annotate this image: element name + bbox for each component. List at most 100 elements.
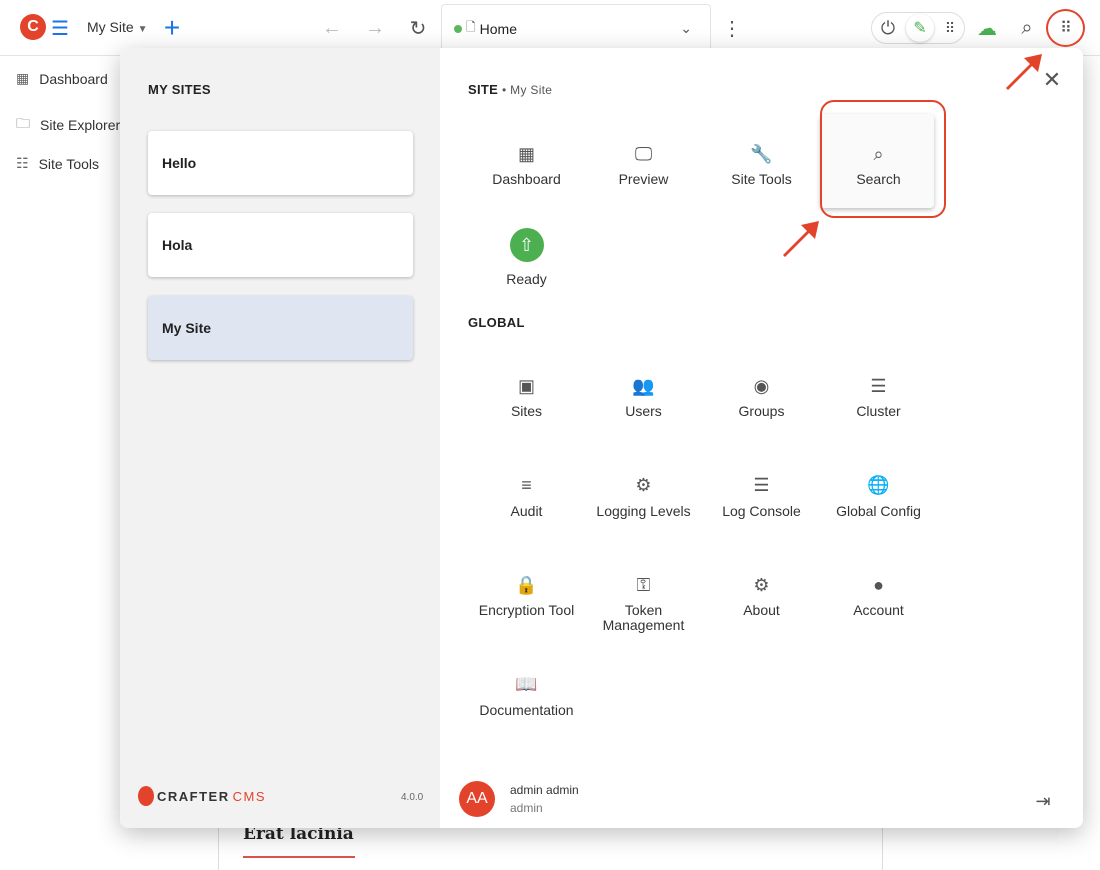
sidebar-item-site-explorer[interactable]: 🗀 Site Explorer: [16, 113, 120, 137]
add-icon[interactable]: +: [160, 12, 184, 43]
user-username: admin: [510, 801, 543, 815]
tile-ready[interactable]: ⇧ Ready: [468, 228, 585, 287]
heading-underline: [243, 856, 355, 858]
tile-label: Preview: [618, 171, 669, 187]
tile-label: Account: [853, 602, 904, 618]
site-section-title: SITE • My Site: [468, 82, 553, 97]
groups-icon: ◉: [753, 375, 770, 396]
my-sites-column: MY SITES Hello Hola My Site CRAFTER CMS 4…: [120, 48, 440, 828]
page-address-field[interactable]: 🗋 Home ⌄: [441, 4, 711, 52]
tile-logging-levels[interactable]: ⚙ Logging Levels: [585, 474, 702, 519]
tile-about[interactable]: ⚙ About: [703, 573, 820, 618]
site-card-my-site[interactable]: My Site: [148, 296, 413, 360]
tile-label: Groups: [738, 403, 785, 419]
users-icon: 👥: [632, 375, 655, 396]
tile-label: Audit: [510, 502, 543, 519]
cloud-upload-icon[interactable]: ☁: [975, 16, 999, 40]
my-sites-title: MY SITES: [148, 82, 211, 97]
tile-sites[interactable]: ▣ Sites: [468, 374, 585, 419]
tile-label: Encryption Tool: [478, 602, 575, 618]
book-icon: 📖: [515, 674, 538, 694]
account-icon: ●: [873, 574, 884, 595]
tile-label: Log Console: [722, 502, 801, 519]
global-section-title: GLOBAL: [468, 315, 525, 330]
tile-groups[interactable]: ◉ Groups: [703, 374, 820, 419]
cluster-icon: ☰: [870, 375, 887, 396]
sidebar-item-label: Dashboard: [39, 70, 108, 87]
crafter-gear-icon: [138, 786, 154, 806]
tile-label: Token Management: [602, 602, 685, 633]
tile-label: Global Config: [836, 502, 921, 519]
tile-encryption-tool[interactable]: 🔒 Encryption Tool: [468, 573, 585, 618]
page-icon: 🗋: [466, 20, 476, 34]
tile-label: Logging Levels: [596, 502, 691, 519]
site-card-hola[interactable]: Hola: [148, 213, 413, 277]
tile-label: About: [743, 602, 780, 618]
tile-label: Ready: [506, 271, 547, 287]
version-label: 4.0.0: [401, 792, 424, 803]
preview-icon: 🖵: [634, 143, 653, 164]
sidebar-item-label: Site Tools: [38, 155, 100, 172]
tile-label: Cluster: [856, 403, 901, 419]
forward-icon[interactable]: →: [363, 16, 387, 40]
caret-down-icon: ▼: [137, 24, 148, 35]
tile-account[interactable]: ● Account: [820, 573, 937, 618]
annotation-arrow-icon: [1006, 54, 1042, 90]
tile-token-management[interactable]: ⚿ Token Management: [585, 573, 702, 633]
menu-icon[interactable]: ☰: [50, 16, 70, 40]
tile-audit[interactable]: ≡ Audit: [468, 474, 585, 519]
key-icon: ⚿: [636, 574, 651, 595]
site-card-hello[interactable]: Hello: [148, 131, 413, 195]
logging-icon: ⚙: [635, 475, 652, 495]
cloud-upload-icon: ⇧: [509, 228, 544, 262]
wrench-icon: 🔧: [750, 143, 773, 164]
user-avatar[interactable]: AA: [459, 781, 495, 817]
tile-label: Users: [625, 403, 662, 419]
crafter-icon: ⚙: [753, 574, 770, 595]
mode-toggle-group: ⏻ ✎ ⠿: [871, 12, 965, 44]
page-name: Home: [479, 20, 518, 37]
tile-users[interactable]: 👥 Users: [585, 374, 702, 419]
audit-icon: ≡: [521, 475, 532, 495]
sidebar-item-site-tools[interactable]: ☷ Site Tools: [16, 155, 99, 172]
annotation-arrow-icon: [783, 221, 819, 257]
search-icon[interactable]: ⌕: [1015, 16, 1039, 40]
tile-dashboard[interactable]: ▦ Dashboard: [468, 142, 585, 187]
more-vert-icon[interactable]: ⋮: [722, 16, 742, 40]
tile-documentation[interactable]: 📖 Documentation: [468, 673, 585, 718]
tune-icon: ☷: [16, 155, 29, 171]
edit-pencil-icon[interactable]: ✎: [906, 14, 934, 42]
tile-label: Documentation: [479, 701, 574, 718]
craftercms-logo: CRAFTER CMS: [138, 786, 266, 806]
power-icon[interactable]: ⏻: [876, 16, 900, 40]
tile-log-console[interactable]: ☰ Log Console: [703, 474, 820, 519]
tile-label: Dashboard: [492, 171, 561, 187]
annotation-highlight-box: [820, 100, 946, 218]
user-name: admin admin: [510, 783, 579, 797]
site-name: My Site: [87, 19, 134, 35]
sidebar-item-dashboard[interactable]: ▦ Dashboard: [16, 70, 108, 87]
refresh-icon[interactable]: ↻: [406, 16, 430, 40]
tile-global-config[interactable]: 🌐 Global Config: [820, 474, 937, 519]
tile-label: Site Tools: [731, 171, 792, 187]
logout-icon[interactable]: ⇥: [1031, 789, 1055, 813]
folder-search-icon: 🗀: [16, 115, 30, 131]
site-sidebar: ▦ Dashboard 🗀 Site Explorer ☷ Site Tools: [0, 56, 125, 870]
tile-cluster[interactable]: ☰ Cluster: [820, 374, 937, 419]
annotation-highlight-circle: [1046, 9, 1085, 47]
log-console-icon: ☰: [753, 475, 770, 495]
globe-icon: 🌐: [867, 475, 890, 495]
status-dot-icon: [454, 24, 462, 33]
dashboard-icon: ▦: [16, 70, 30, 86]
crafter-logo-icon[interactable]: C: [20, 14, 46, 40]
tile-label: Sites: [510, 403, 543, 419]
dashboard-icon: ▦: [517, 143, 535, 164]
chevron-down-icon[interactable]: ⌄: [680, 20, 692, 37]
drag-dots-icon[interactable]: ⠿: [938, 16, 962, 40]
site-selector[interactable]: My Site ▼: [87, 19, 147, 35]
lock-icon: 🔒: [515, 574, 538, 595]
tile-site-tools[interactable]: 🔧 Site Tools: [703, 142, 820, 187]
tile-preview[interactable]: 🖵 Preview: [585, 142, 702, 187]
sites-icon: ▣: [517, 375, 535, 396]
back-icon[interactable]: ←: [320, 16, 344, 40]
